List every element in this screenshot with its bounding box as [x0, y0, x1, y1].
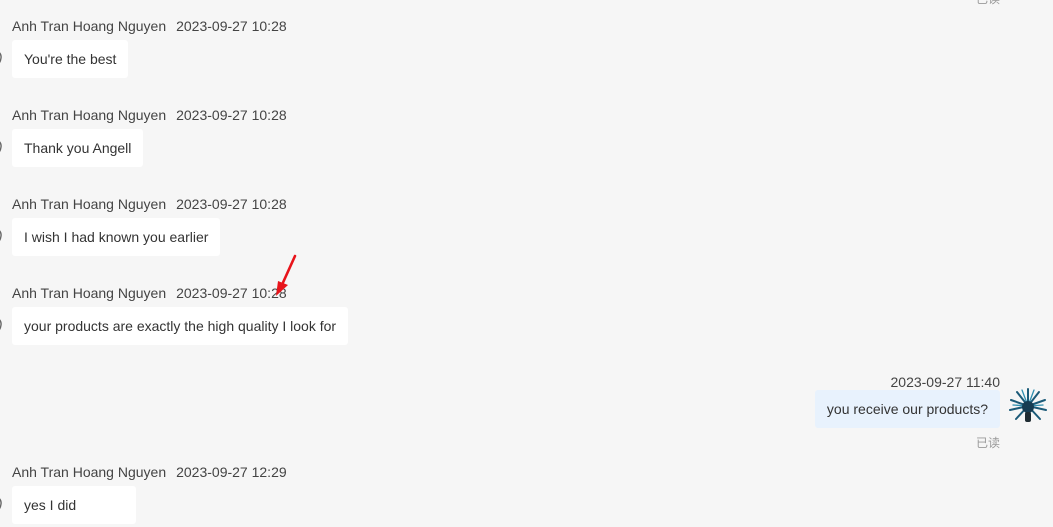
message-bubble[interactable]: Thank you Angell — [12, 129, 144, 167]
sender-name: Anh Tran Hoang Nguyen — [12, 285, 167, 301]
message-meta: Anh Tran Hoang Nguyen 2023-09-27 12:29 — [12, 464, 287, 480]
message-meta: Anh Tran Hoang Nguyen 2023-09-27 10:28 — [12, 285, 287, 301]
read-status: 已读 — [976, 0, 1000, 7]
message-bubble[interactable]: I wish I had known you earlier — [12, 218, 221, 256]
contact-avatar-icon[interactable] — [0, 492, 4, 514]
annotation-arrow-icon — [276, 254, 297, 296]
sender-name: Anh Tran Hoang Nguyen — [12, 464, 167, 480]
message-bubble[interactable]: yes I did — [12, 486, 137, 524]
sender-name: Anh Tran Hoang Nguyen — [12, 107, 167, 123]
message-time: 2023-09-27 12:29 — [176, 464, 287, 480]
contact-avatar-icon[interactable] — [0, 46, 4, 68]
message-time: 2023-09-27 10:28 — [176, 285, 287, 301]
message-bubble[interactable]: you receive our products? — [814, 390, 1000, 428]
message-time: 2023-09-27 10:28 — [176, 18, 287, 34]
sender-name: Anh Tran Hoang Nguyen — [12, 196, 167, 212]
contact-avatar-icon[interactable] — [0, 313, 4, 335]
message-bubble[interactable]: You're the best — [12, 40, 129, 78]
message-meta: Anh Tran Hoang Nguyen 2023-09-27 10:28 — [12, 107, 287, 123]
read-status: 已读 — [975, 436, 1000, 450]
message-meta: Anh Tran Hoang Nguyen 2023-09-27 10:28 — [12, 196, 287, 212]
contact-avatar-icon[interactable] — [0, 224, 4, 246]
message-time: 2023-09-27 10:28 — [176, 196, 287, 212]
contact-avatar-icon[interactable] — [0, 135, 4, 157]
sender-name: Anh Tran Hoang Nguyen — [12, 18, 167, 34]
message-time: 2023-09-27 11:40 — [890, 374, 1001, 390]
user-avatar-icon[interactable] — [1008, 386, 1048, 426]
message-meta: Anh Tran Hoang Nguyen 2023-09-27 10:28 — [12, 18, 287, 34]
message-bubble[interactable]: your products are exactly the high quali… — [12, 307, 349, 345]
message-time: 2023-09-27 10:28 — [176, 107, 287, 123]
